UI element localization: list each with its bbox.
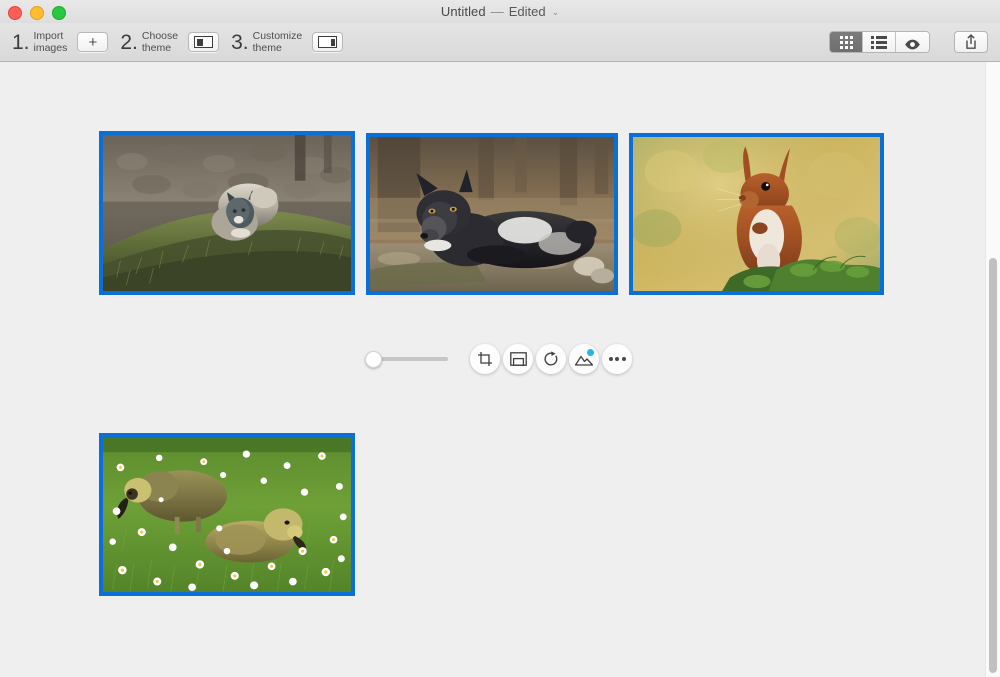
title-bar: Untitled — Edited ⌄ [0,0,1000,23]
customize-theme-button[interactable] [312,32,343,52]
step-2-line1: Choose [142,30,178,42]
plus-icon: + [88,35,97,50]
rotate-clockwise-icon [543,351,559,367]
theme-right-icon [318,36,337,48]
edit-toolbar [365,344,635,374]
toolbar-right-group [829,23,988,61]
layout-button[interactable] [503,344,533,374]
edited-status: Edited [509,4,546,19]
list-view-button[interactable] [863,32,896,52]
scrollbar-thumb[interactable] [989,258,997,673]
zoom-slider[interactable] [365,350,448,368]
preview-view-button[interactable] [896,32,929,52]
choose-theme-button[interactable] [188,32,219,52]
window-controls [8,6,66,20]
step-import-images: 1. Import images + [12,30,120,54]
step-3-label: Customize theme [253,30,303,54]
enhance-badge-dot [587,349,594,356]
photo-squirrel[interactable] [629,133,884,295]
photo-goslings[interactable] [99,433,355,596]
enhance-button[interactable] [569,344,599,374]
close-button[interactable] [8,6,22,20]
eye-icon [904,37,921,48]
step-1-label: Import images [34,30,68,54]
grid-view-button[interactable] [830,32,863,52]
step-1-line2: images [34,42,68,54]
toolbar: 1. Import images + 2. Choose theme [0,23,1000,62]
vertical-scrollbar[interactable] [985,62,1000,677]
photo-wolf[interactable] [366,133,618,295]
step-3-line1: Customize [253,30,303,42]
step-1-line1: Import [34,30,64,42]
photo-canvas [0,62,1000,677]
step-1-number: 1. [12,32,30,53]
grid-icon [840,36,853,49]
chevron-down-icon[interactable]: ⌄ [552,7,560,18]
window-title-group: Untitled — Edited ⌄ [0,0,1000,23]
photo-wolf-image [370,137,614,291]
frame-layout-icon [510,352,527,366]
view-mode-segmented-control[interactable] [829,31,930,53]
share-button[interactable] [954,31,988,53]
photo-goslings-image [103,437,351,592]
zoom-slider-knob[interactable] [365,351,382,368]
ellipsis-icon [609,357,626,361]
app-window: Untitled — Edited ⌄ 1. Import images + 2… [0,0,1000,677]
rotate-button[interactable] [536,344,566,374]
maximize-button[interactable] [52,6,66,20]
step-3-line2: theme [253,42,282,54]
step-choose-theme: 2. Choose theme [120,30,231,54]
photo-lynx-image [103,135,351,291]
photo-squirrel-image [633,137,880,291]
zoom-slider-track [371,357,448,361]
step-2-number: 2. [120,32,138,53]
list-icon [871,36,887,49]
photo-lynx[interactable] [99,131,355,295]
crop-button[interactable] [470,344,500,374]
import-images-button[interactable]: + [77,32,108,52]
step-customize-theme: 3. Customize theme [231,30,355,54]
theme-left-icon [194,36,213,48]
crop-icon [477,351,493,367]
step-2-line2: theme [142,42,171,54]
window-title: Untitled [441,4,486,19]
step-2-label: Choose theme [142,30,178,54]
step-3-number: 3. [231,32,249,53]
workflow-steps: 1. Import images + 2. Choose theme [12,23,355,61]
minimize-button[interactable] [30,6,44,20]
more-button[interactable] [602,344,632,374]
share-icon [964,34,978,50]
title-separator: — [491,4,504,19]
